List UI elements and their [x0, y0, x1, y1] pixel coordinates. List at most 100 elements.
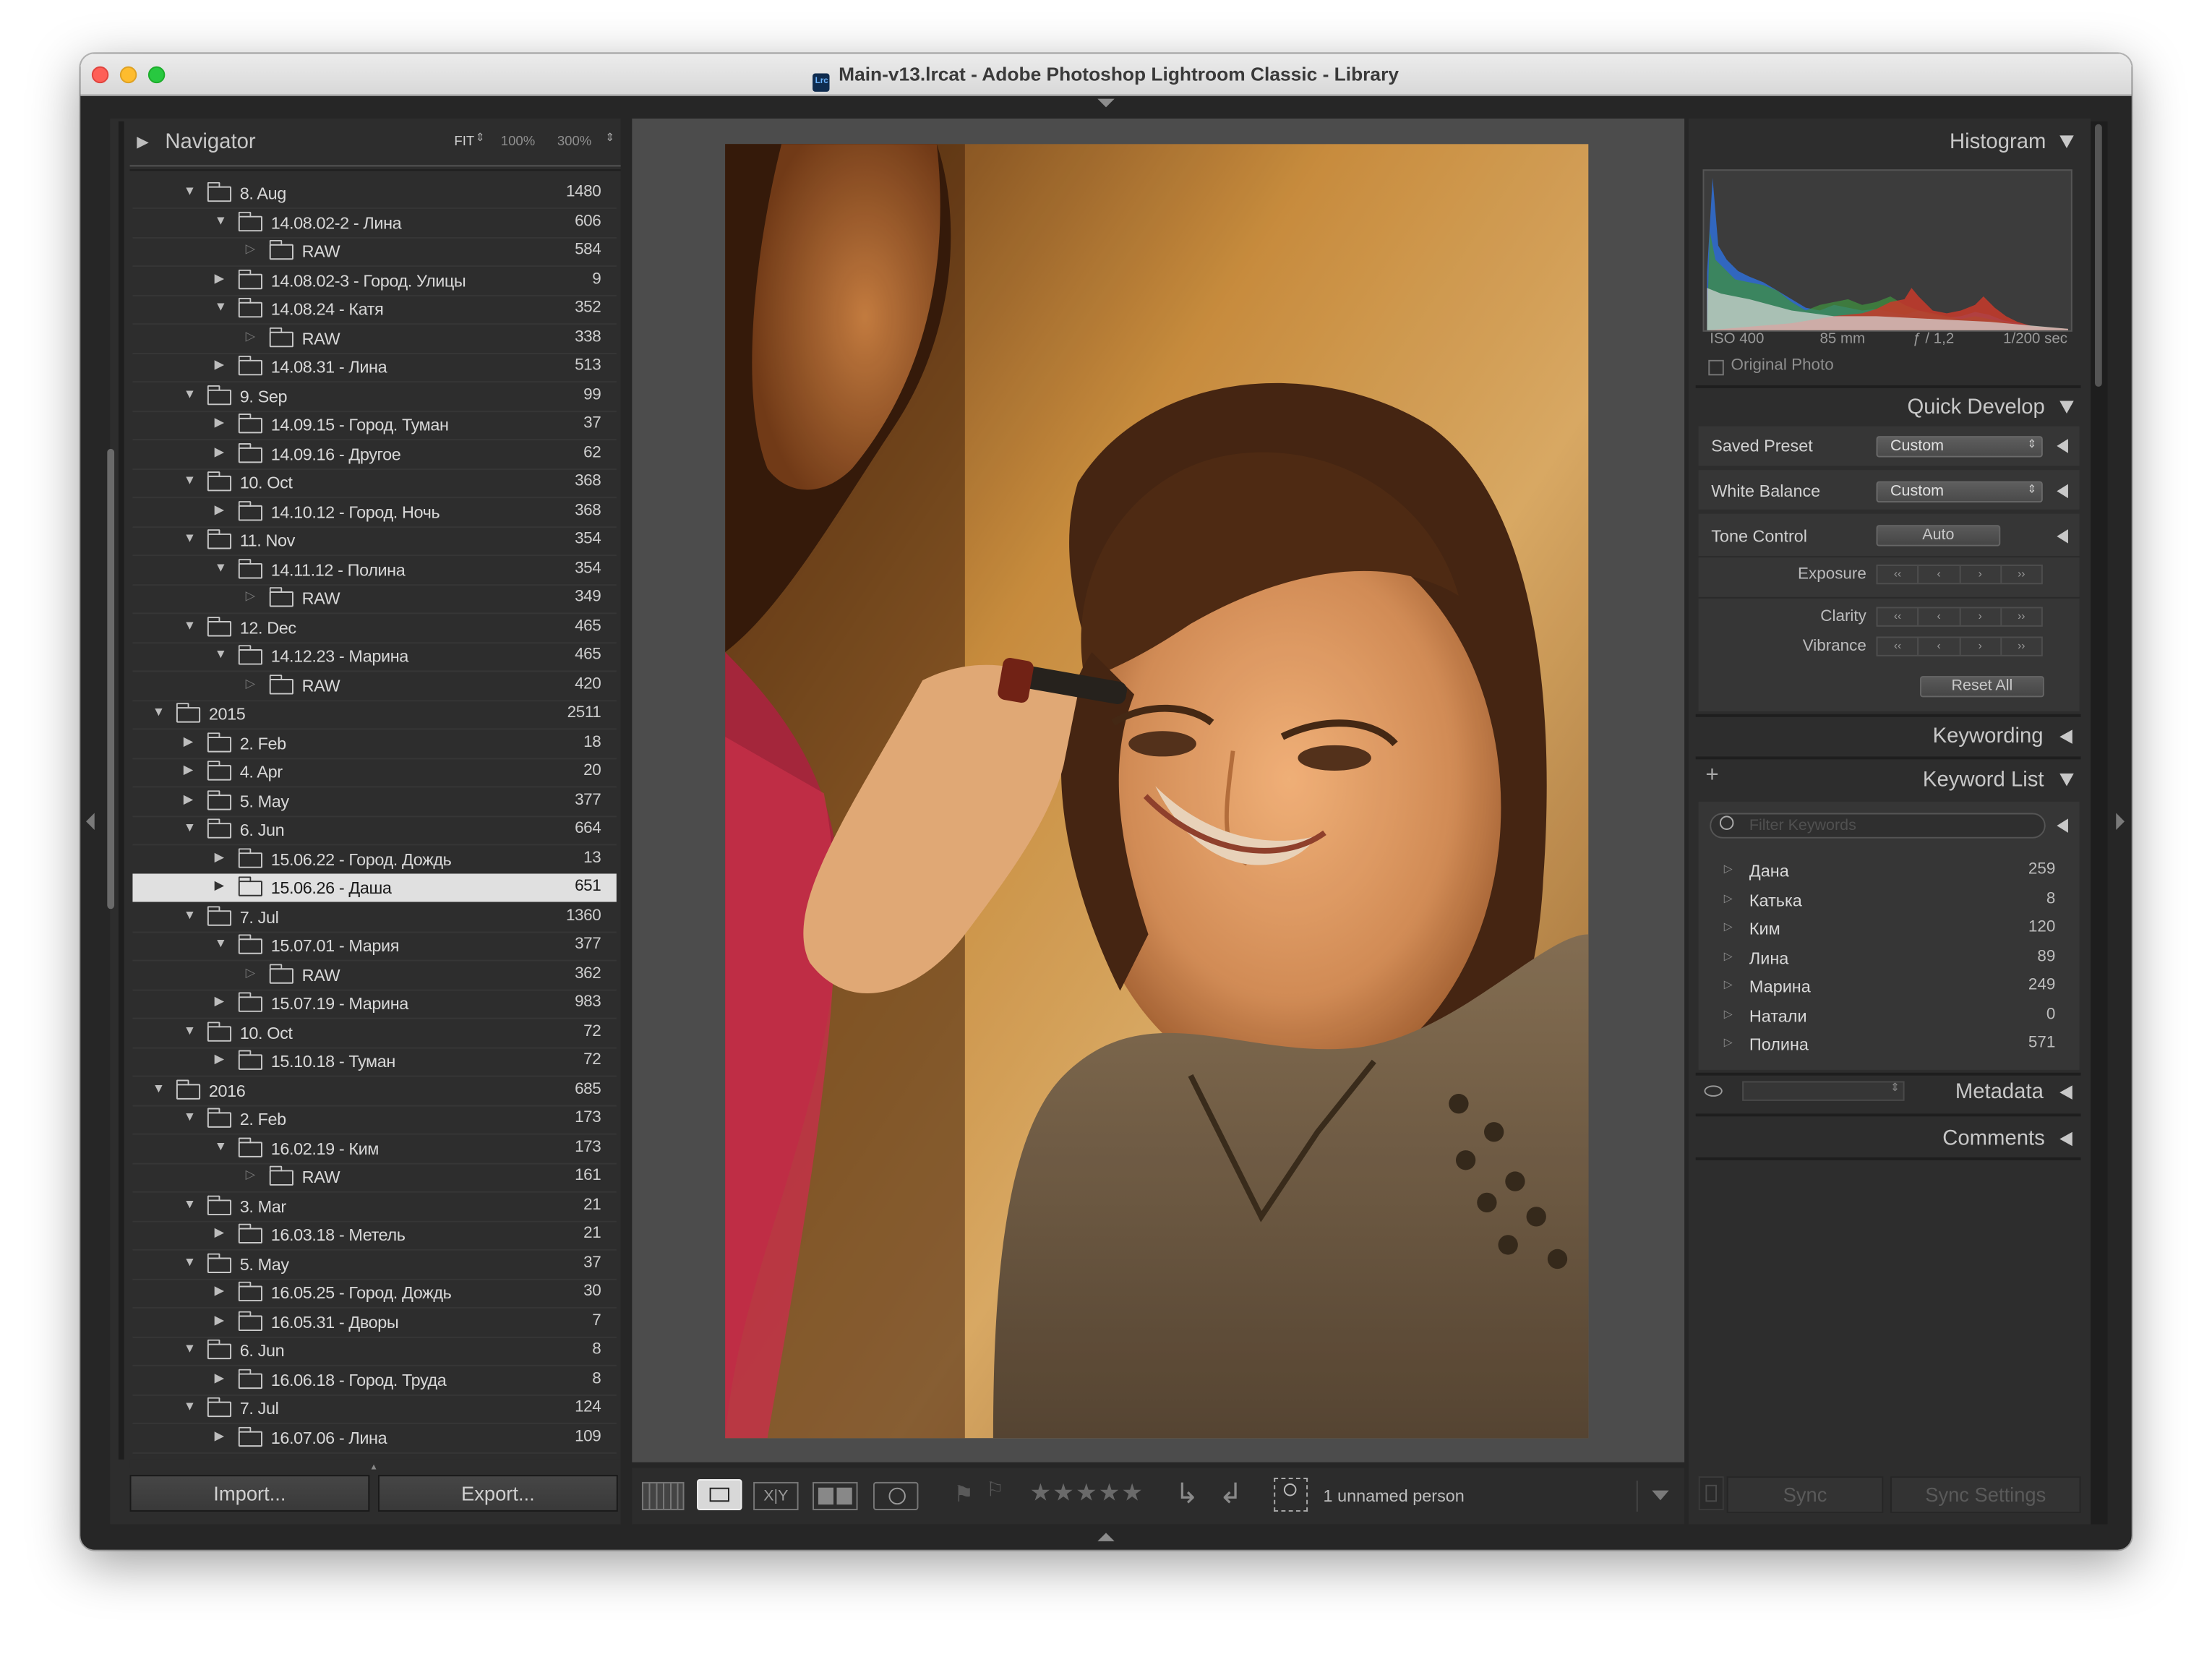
auto-tone-button[interactable]: Auto: [1876, 525, 2001, 547]
metadata-preset-dropdown[interactable]: [1742, 1081, 1905, 1101]
expand-folder-icon[interactable]: ▶: [215, 1428, 225, 1443]
folder-scrollbar[interactable]: [107, 448, 115, 909]
exposure-decrease-large[interactable]: ‹‹: [1877, 565, 1919, 583]
expand-folder-icon[interactable]: ▶: [215, 849, 225, 864]
metadata-expand-icon[interactable]: [2059, 1085, 2072, 1100]
keyword-row[interactable]: ▷ Катька 8: [1702, 886, 2072, 914]
clarity-increase-large[interactable]: ››: [2002, 608, 2041, 625]
expand-keyword-icon[interactable]: ▷: [1724, 891, 1733, 904]
vibrance-increase-large[interactable]: ››: [2002, 638, 2041, 654]
folder-row[interactable]: ▼ 10. Oct 72: [132, 1019, 616, 1047]
folder-row[interactable]: ▼ 16.02.19 - Ким 173: [132, 1134, 616, 1163]
folder-row[interactable]: ▶ 2. Feb 18: [132, 729, 616, 757]
collapse-folder-icon[interactable]: ▼: [184, 907, 196, 921]
keyword-row[interactable]: ▷ Лина 89: [1702, 943, 2072, 972]
keyword-list-title[interactable]: Keyword List: [1923, 768, 2044, 792]
comments-expand-icon[interactable]: [2059, 1131, 2072, 1147]
add-keyword-button[interactable]: +: [1705, 763, 1718, 789]
sync-button[interactable]: Sync: [1726, 1476, 1884, 1513]
collapse-folder-icon[interactable]: ▼: [184, 1254, 196, 1269]
expand-keyword-icon[interactable]: ▷: [1724, 1036, 1733, 1049]
folder-row[interactable]: ▶ 15.10.18 - Туман 72: [132, 1048, 616, 1076]
folder-row[interactable]: ▶ 16.07.06 - Лина 109: [132, 1423, 616, 1452]
expand-folder-icon[interactable]: ▶: [215, 993, 225, 1009]
expand-folder-icon[interactable]: ▶: [215, 502, 225, 517]
navigator-expand-icon[interactable]: ▶: [137, 133, 149, 150]
collapse-folder-icon[interactable]: ▼: [215, 646, 227, 661]
expand-folder-icon[interactable]: ▶: [215, 415, 225, 430]
collapse-folder-icon[interactable]: ▼: [184, 531, 196, 545]
folder-row[interactable]: ▶ 16.05.31 - Дворы 7: [132, 1308, 616, 1336]
folder-row[interactable]: ▶ 16.05.25 - Город. Дождь 30: [132, 1279, 616, 1307]
folder-row[interactable]: ▼ 7. Jul 1360: [132, 902, 616, 930]
saved-preset-expand-icon[interactable]: [2057, 439, 2068, 453]
folder-row[interactable]: ▶ 14.10.12 - Город. Ночь 368: [132, 497, 616, 526]
filter-expand-icon[interactable]: [2057, 818, 2068, 833]
histogram-title[interactable]: Histogram: [1950, 130, 2046, 154]
folder-row[interactable]: ▼ 11. Nov 354: [132, 526, 616, 555]
keyword-row[interactable]: ▷ Полина 571: [1702, 1030, 2072, 1058]
expand-folder-icon[interactable]: ▷: [246, 1168, 256, 1183]
keywording-title[interactable]: Keywording: [1933, 724, 2044, 748]
zoom-100-option[interactable]: 100%: [501, 134, 535, 149]
expand-folder-icon[interactable]: ▶: [215, 1051, 225, 1066]
clarity-decrease[interactable]: ‹: [1919, 608, 1960, 625]
folder-row-selected[interactable]: ▶ 15.06.26 - Даша 651: [132, 873, 617, 902]
folder-row[interactable]: ▶ 16.03.18 - Метель 21: [132, 1221, 616, 1249]
folder-row[interactable]: ▼ 14.12.23 - Марина 465: [132, 642, 616, 670]
histogram-collapse-icon[interactable]: [2059, 135, 2074, 148]
quick-develop-title[interactable]: Quick Develop: [1907, 395, 2044, 419]
expand-folder-icon[interactable]: ▶: [184, 791, 194, 806]
comments-title[interactable]: Comments: [1942, 1126, 2045, 1150]
collapse-folder-icon[interactable]: ▼: [215, 935, 227, 950]
expand-folder-icon[interactable]: ▶: [215, 270, 225, 286]
vibrance-decrease-large[interactable]: ‹‹: [1877, 638, 1919, 655]
expand-keyword-icon[interactable]: ▷: [1724, 978, 1733, 991]
folder-row[interactable]: ▷ RAW 338: [132, 324, 616, 352]
left-panel-toggle-icon[interactable]: [86, 813, 95, 830]
navigator-header[interactable]: ▶ Navigator FIT ⇕ 100% 300% ⇕: [130, 121, 621, 164]
collapse-folder-icon[interactable]: ▼: [153, 704, 165, 719]
folder-row[interactable]: ▷ RAW 420: [132, 671, 616, 699]
clarity-decrease-large[interactable]: ‹‹: [1877, 608, 1919, 625]
export-button[interactable]: Export...: [378, 1475, 618, 1512]
auto-sync-switch[interactable]: [1698, 1476, 1724, 1510]
saved-preset-dropdown[interactable]: Custom: [1876, 436, 2043, 458]
import-button[interactable]: Import...: [129, 1475, 370, 1512]
white-balance-dropdown[interactable]: Custom: [1876, 481, 2043, 503]
expand-folder-icon[interactable]: ▶: [215, 878, 225, 893]
collapse-folder-icon[interactable]: ▼: [184, 473, 196, 487]
expand-keyword-icon[interactable]: ▷: [1724, 920, 1733, 933]
clarity-stepper[interactable]: ‹‹ ‹ › ››: [1876, 607, 2043, 627]
toolbar-options-chevron-icon[interactable]: [1636, 1480, 1679, 1512]
right-panel-toggle-icon[interactable]: [2116, 813, 2125, 830]
collapse-folder-icon[interactable]: ▼: [153, 1080, 165, 1095]
metadata-title[interactable]: Metadata: [1955, 1080, 2044, 1104]
keyword-row[interactable]: ▷ Марина 249: [1702, 972, 2072, 1001]
grid-view-icon[interactable]: [641, 1481, 685, 1510]
folder-row[interactable]: ▼ 8. Aug 1480: [132, 179, 616, 207]
vibrance-stepper[interactable]: ‹‹ ‹ › ››: [1876, 636, 2043, 656]
rotate-left-icon[interactable]: ↳: [1175, 1476, 1199, 1512]
keyword-list-collapse-icon[interactable]: [2059, 773, 2074, 787]
folder-row[interactable]: ▶ 14.08.02-3 - Город. Улицы 9: [132, 266, 616, 294]
collapse-folder-icon[interactable]: ▼: [184, 820, 196, 834]
expand-folder-icon[interactable]: ▷: [246, 675, 256, 690]
collapse-folder-icon[interactable]: ▼: [184, 386, 196, 401]
collapse-folder-icon[interactable]: ▼: [184, 1022, 196, 1037]
folder-row[interactable]: ▼ 14.08.02-2 - Лина 606: [132, 208, 616, 236]
expand-keyword-icon[interactable]: ▷: [1724, 862, 1733, 875]
bottom-panel-toggle-icon[interactable]: [1097, 1533, 1115, 1541]
folder-row[interactable]: ▷ RAW 161: [132, 1163, 616, 1191]
folder-row[interactable]: ▼ 2. Feb 173: [132, 1105, 616, 1134]
collapse-folder-icon[interactable]: ▼: [215, 560, 227, 574]
main-photo[interactable]: [725, 144, 1589, 1439]
keywording-expand-icon[interactable]: [2059, 729, 2072, 744]
exposure-increase[interactable]: ›: [1960, 565, 2002, 583]
expand-folder-icon[interactable]: ▷: [246, 241, 256, 257]
white-balance-expand-icon[interactable]: [2057, 484, 2068, 499]
folder-row[interactable]: ▼ 14.08.24 - Катя 352: [132, 295, 616, 323]
expand-folder-icon[interactable]: ▷: [246, 964, 256, 980]
left-panel-resize-icon[interactable]: ▲: [369, 1464, 378, 1473]
collapse-folder-icon[interactable]: ▼: [184, 1399, 196, 1413]
